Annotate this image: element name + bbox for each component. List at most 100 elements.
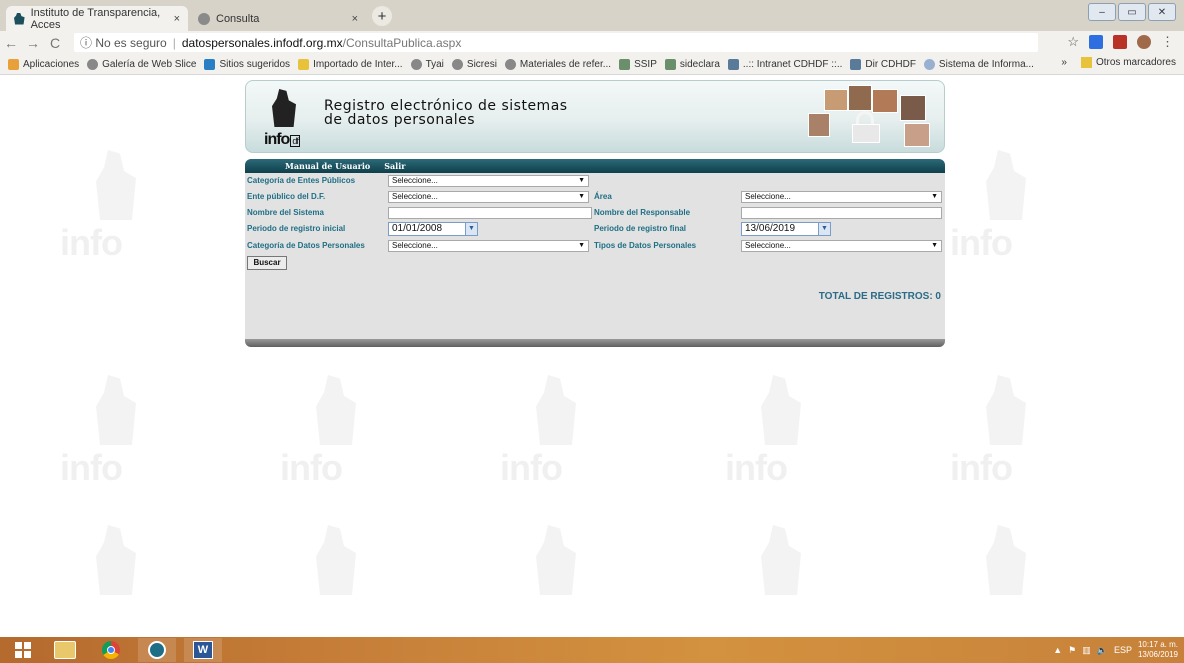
page-icon bbox=[619, 58, 631, 70]
banner-photo-collage bbox=[804, 85, 934, 149]
registro-app: info df Registro electrónico de sistemas … bbox=[245, 80, 945, 347]
url-path: /ConsultaPublica.aspx bbox=[342, 35, 462, 50]
browser-tab-consulta[interactable]: Consulta × bbox=[190, 6, 366, 31]
page-icon bbox=[664, 58, 676, 70]
calendar-dropdown-icon[interactable]: ▼ bbox=[818, 223, 830, 235]
buscar-button[interactable]: Buscar bbox=[247, 256, 287, 270]
site-banner: info df Registro electrónico de sistemas … bbox=[245, 80, 945, 153]
page-icon bbox=[727, 58, 739, 70]
page-icon bbox=[850, 58, 862, 70]
reload-button[interactable]: C bbox=[44, 35, 66, 51]
network-icon[interactable]: ▥ bbox=[1082, 645, 1091, 656]
ente-publico-label: Ente público del D.F. bbox=[247, 192, 326, 201]
browser-tab-strip: Instituto de Transparencia, Acces × Cons… bbox=[0, 0, 1184, 31]
chrome-button[interactable] bbox=[92, 638, 130, 662]
salir-link[interactable]: Salir bbox=[384, 161, 405, 171]
chrome-icon bbox=[102, 641, 120, 659]
chevron-down-icon: ▼ bbox=[578, 177, 585, 184]
new-tab-button[interactable]: + bbox=[372, 6, 392, 26]
minimize-button[interactable]: – bbox=[1088, 3, 1116, 21]
folder-icon bbox=[1080, 57, 1092, 68]
tab-close-icon[interactable]: × bbox=[352, 13, 358, 25]
periodo-inicial-date[interactable]: 01/01/2008 ▼ bbox=[388, 222, 478, 236]
watermark-logo: info bbox=[500, 355, 610, 495]
other-bookmarks-link[interactable]: Otros marcadores bbox=[1096, 57, 1176, 68]
chevron-down-icon: ▼ bbox=[578, 242, 585, 249]
globe-icon bbox=[410, 58, 422, 70]
infodf-favicon-icon bbox=[14, 12, 25, 25]
close-window-button[interactable]: ✕ bbox=[1148, 3, 1176, 21]
back-button[interactable]: ← bbox=[0, 35, 22, 51]
windows-start-button[interactable] bbox=[4, 638, 42, 662]
flag-icon[interactable]: ⚑ bbox=[1068, 645, 1076, 656]
site-title-line-1: Registro electrónico de sistemas bbox=[324, 98, 568, 114]
photo-tile bbox=[824, 89, 848, 111]
windows-start-icon bbox=[15, 642, 31, 658]
ente-publico-select[interactable]: Seleccione... ▼ bbox=[388, 191, 589, 203]
bookmark-importado[interactable]: Importado de Inter... bbox=[298, 58, 403, 70]
chevron-down-icon: ▼ bbox=[931, 193, 938, 200]
nombre-sistema-input[interactable] bbox=[388, 207, 592, 219]
bookmark-sideclara[interactable]: sideclara bbox=[664, 58, 720, 70]
globe-icon bbox=[923, 58, 935, 70]
system-clock[interactable]: 10:17 a. m. 13/06/2019 bbox=[1138, 640, 1178, 660]
clock-time: 10:17 a. m. bbox=[1137, 640, 1178, 649]
volume-icon[interactable]: 🔈 bbox=[1097, 645, 1108, 656]
nombre-responsable-input[interactable] bbox=[741, 207, 942, 219]
address-bar[interactable]: ⓘ No es seguro | datospersonales.infodf.… bbox=[74, 33, 1038, 52]
dropbox-icon[interactable] bbox=[1089, 35, 1103, 49]
calendar-dropdown-icon[interactable]: ▼ bbox=[465, 223, 477, 235]
bookmark-tyai[interactable]: Tyai bbox=[410, 58, 444, 70]
globe-icon bbox=[87, 58, 99, 70]
infodf-taskbar-button[interactable] bbox=[138, 638, 176, 662]
nombre-sistema-label: Nombre del Sistema bbox=[247, 208, 324, 217]
bookmark-sitios[interactable]: Sitios sugeridos bbox=[204, 58, 290, 70]
toolbar-extensions: ☆ ⋮ bbox=[1067, 34, 1174, 50]
pdf-icon[interactable] bbox=[1113, 35, 1127, 49]
bookmark-sicresi[interactable]: Sicresi bbox=[451, 58, 497, 70]
periodo-final-date[interactable]: 13/06/2019 ▼ bbox=[741, 222, 831, 236]
browser-toolbar: ← → C ⓘ No es seguro | datospersonales.i… bbox=[0, 31, 1184, 54]
bookmark-sistema[interactable]: Sistema de Informa... bbox=[923, 58, 1034, 70]
word-button[interactable]: W bbox=[184, 638, 222, 662]
windows-taskbar: W ▲ ⚑ ▥ 🔈 ESP 10:17 a. m. 13/06/2019 bbox=[0, 637, 1184, 663]
globe-icon bbox=[451, 58, 463, 70]
area-select[interactable]: Seleccione... ▼ bbox=[741, 191, 942, 203]
photo-tile bbox=[900, 95, 926, 121]
periodo-inicial-label: Periodo de registro inicial bbox=[247, 224, 346, 233]
infodf-icon bbox=[148, 641, 166, 659]
star-icon[interactable]: ☆ bbox=[1067, 34, 1079, 50]
globe-icon bbox=[504, 58, 516, 70]
chevron-down-icon: ▼ bbox=[578, 193, 585, 200]
watermark-logo bbox=[60, 505, 170, 637]
globe-icon bbox=[198, 12, 210, 25]
logo-text: info bbox=[264, 131, 290, 148]
security-indicator[interactable]: ⓘ No es seguro bbox=[80, 34, 167, 51]
browser-tab-infodf[interactable]: Instituto de Transparencia, Acces × bbox=[6, 6, 188, 31]
page-content: info info info info info info info info d… bbox=[0, 75, 1184, 637]
categoria-entes-select[interactable]: Seleccione... ▼ bbox=[388, 175, 589, 187]
language-indicator[interactable]: ESP bbox=[1114, 645, 1132, 655]
tray-expand-icon[interactable]: ▲ bbox=[1053, 645, 1062, 655]
categoria-datos-select[interactable]: Seleccione... ▼ bbox=[388, 240, 589, 252]
forward-button[interactable]: → bbox=[22, 35, 44, 51]
bookmark-ssip[interactable]: SSIP bbox=[619, 58, 657, 70]
profile-icon[interactable] bbox=[1137, 35, 1151, 49]
manual-usuario-link[interactable]: Manual de Usuario bbox=[285, 161, 370, 171]
bookmark-galeria[interactable]: Galería de Web Slice bbox=[87, 58, 196, 70]
bookmark-intranet[interactable]: ..:: Intranet CDHDF ::.. bbox=[727, 58, 842, 70]
bookmark-materiales[interactable]: Materiales de refer... bbox=[504, 58, 611, 70]
bookmark-aplicaciones[interactable]: Aplicaciones bbox=[8, 58, 79, 70]
categoria-datos-label: Categoría de Datos Personales bbox=[247, 241, 365, 250]
tab-close-icon[interactable]: × bbox=[174, 13, 180, 25]
maximize-button[interactable]: ▭ bbox=[1118, 3, 1146, 21]
file-explorer-button[interactable] bbox=[46, 638, 84, 662]
menu-icon[interactable]: ⋮ bbox=[1161, 34, 1174, 50]
tipos-datos-select[interactable]: Seleccione... ▼ bbox=[741, 240, 942, 252]
site-title: Registro electrónico de sistemas de dato… bbox=[324, 99, 568, 127]
bookmark-dir-cdhdf[interactable]: Dir CDHDF bbox=[850, 58, 916, 70]
watermark-logo: info bbox=[725, 355, 835, 495]
watermark-logo bbox=[500, 505, 610, 637]
padlock-icon bbox=[850, 111, 882, 143]
bookmarks-overflow-button[interactable]: » bbox=[1061, 57, 1067, 68]
